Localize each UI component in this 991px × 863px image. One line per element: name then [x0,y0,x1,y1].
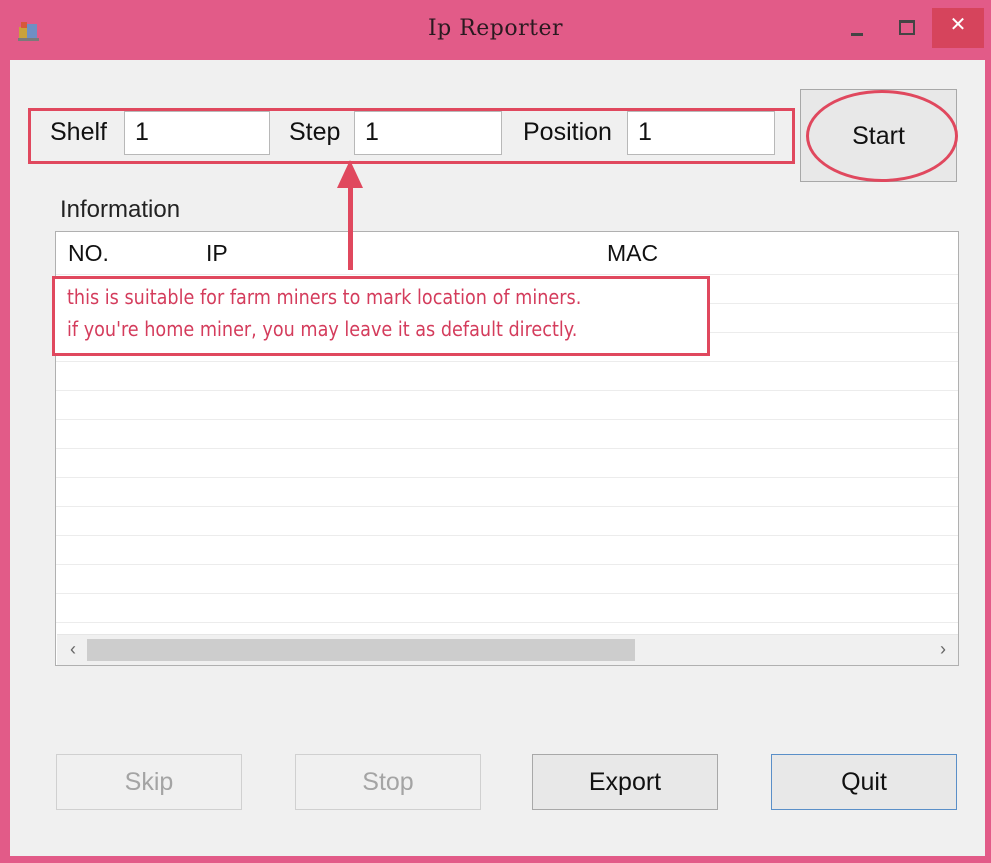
minimize-button[interactable] [832,8,882,48]
quit-button[interactable]: Quit [771,754,957,810]
row-gridline [56,448,958,449]
column-header-mac[interactable]: MAC [607,240,658,267]
window-frame-right [985,0,991,863]
ip-reporter-window: Ip Reporter ✕ Shelf 1 Step 1 Position 1 … [0,0,991,863]
maximize-icon [899,20,915,35]
annotation-arrow-head-icon [337,160,363,188]
close-icon: ✕ [949,12,967,36]
minimize-icon [851,33,863,36]
horizontal-scrollbar[interactable]: ‹ › [57,634,958,665]
skip-button[interactable]: Skip [56,754,242,810]
column-header-ip[interactable]: IP [206,240,228,267]
start-button-highlight [806,90,958,182]
row-gridline [56,506,958,507]
stop-button[interactable]: Stop [295,754,481,810]
scroll-left-icon[interactable]: ‹ [59,639,87,660]
close-button[interactable]: ✕ [932,8,984,48]
maximize-button[interactable] [882,8,930,48]
export-button[interactable]: Export [532,754,718,810]
row-gridline [56,390,958,391]
row-gridline [56,361,958,362]
location-fields-highlight [28,108,795,164]
annotation-arrow [348,186,353,270]
row-gridline [56,535,958,536]
window-frame-bottom [0,856,991,863]
row-gridline [56,477,958,478]
annotation-line-2: if you're home miner, you may leave it a… [67,317,578,341]
column-header-no[interactable]: NO. [68,240,109,267]
annotation-line-1: this is suitable for farm miners to mark… [67,285,582,309]
row-gridline [56,419,958,420]
row-gridline [56,564,958,565]
information-label: Information [60,196,181,223]
scroll-thumb[interactable] [87,639,635,661]
scroll-right-icon[interactable]: › [929,639,957,660]
window-frame-left [0,0,10,863]
row-gridline [56,622,958,623]
row-gridline [56,274,958,275]
row-gridline [56,593,958,594]
title-bar[interactable]: Ip Reporter ✕ [0,0,991,60]
annotation-note: this is suitable for farm miners to mark… [52,276,710,356]
